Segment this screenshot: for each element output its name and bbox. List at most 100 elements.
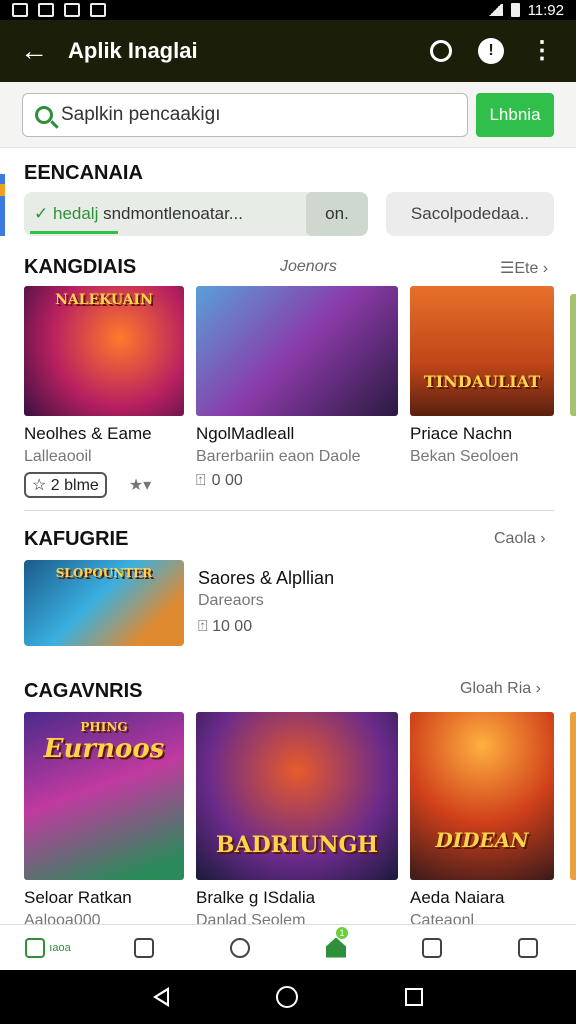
recents-icon[interactable] <box>404 988 423 1006</box>
search-button[interactable]: Lhbnia <box>476 93 554 137</box>
section-link[interactable]: Joenors <box>280 258 337 276</box>
thumbnail-title: DIDEAN <box>435 828 529 852</box>
nav-profile[interactable] <box>480 925 576 970</box>
thumbnail-title: NALEKUAIN <box>55 292 153 308</box>
nav-home[interactable]: ıaoa <box>0 925 96 970</box>
section-more-link[interactable]: Caola › <box>494 530 546 548</box>
game-card[interactable]: BADRIUNGH Bralke g ISdalia Danlad Seolem <box>196 712 398 924</box>
thumbnail-overlay: SLOPOUNTER <box>24 560 184 646</box>
game-subtitle: Bekan Seoloen <box>410 448 519 465</box>
home-outline-icon <box>518 937 538 958</box>
game-card[interactable]: NgolMadleall Barerbariin eaon Daole ⍐ 0 … <box>196 286 398 490</box>
game-thumbnail <box>196 286 398 416</box>
game-card[interactable]: DIDEAN Aeda Naiara Cateaonl <box>410 712 554 924</box>
game-subtitle: Barerbariin eaon Daole <box>196 448 361 465</box>
game-thumbnail: SLOPOUNTER <box>24 560 184 646</box>
divider <box>24 510 554 511</box>
rating-value: 2 blme <box>50 477 99 494</box>
page-title: Aplik Ɩnaglai <box>68 38 198 63</box>
game-meta: ⍐ 10 00 <box>198 618 252 636</box>
notification-icon <box>64 3 80 17</box>
game-subtitle: Cateaonl <box>410 912 475 924</box>
nav-camera[interactable] <box>96 925 192 970</box>
nav-messages[interactable] <box>384 925 480 970</box>
main-content: Saplkin pencaakigı Lhbnia EENCANAIA ✓ he… <box>0 82 576 924</box>
nav-badge: 1 <box>336 927 348 939</box>
search-placeholder: Saplkin pencaakigı <box>61 104 221 125</box>
status-bar: 11:92 <box>0 0 576 20</box>
thumbnail-subtitle: PHING <box>80 720 128 734</box>
section-more-link[interactable]: ☰Ete › <box>500 258 548 278</box>
game-subtitle: Dareaors <box>198 592 264 609</box>
section-title: KANGDIAIS <box>24 256 137 278</box>
next-card-peek <box>570 712 576 880</box>
game-name: Priace Nachn <box>410 424 513 443</box>
game-subtitle: Lalleaooil <box>24 448 92 465</box>
download-icon: ⍐ <box>198 618 208 635</box>
thumbnail-title: Eurnoos <box>43 734 165 764</box>
game-meta: ☆ 2 blme ★▾ <box>24 472 184 498</box>
filter-chip-label: ✓ hedalj sndmontlenoatar... <box>34 204 243 224</box>
game-stat: 0 00 <box>211 472 243 489</box>
game-card[interactable]: NALEKUAIN Neolhes & Eame Lalleaooil ☆ 2 … <box>24 286 184 498</box>
game-name: Neolhes & Eame <box>24 424 152 443</box>
star-dropdown-icon[interactable]: ★▾ <box>129 475 151 495</box>
game-thumbnail: BADRIUNGH <box>196 712 398 880</box>
back-icon[interactable] <box>153 987 170 1007</box>
section-more-label: Ete <box>514 260 539 277</box>
game-stat: 10 00 <box>212 618 253 635</box>
bottom-navigation: ıaoa 1 <box>0 924 576 970</box>
search-icon <box>35 106 53 124</box>
filter-on-toggle[interactable]: on. <box>306 192 368 236</box>
game-name: NgolMadleall <box>196 424 295 443</box>
game-thumbnail: DIDEAN <box>410 712 554 880</box>
game-name: Bralke g ISdalia <box>196 888 316 907</box>
game-thumbnail: PHING Eurnoos <box>24 712 184 880</box>
system-navigation <box>0 970 576 1024</box>
game-card[interactable]: TINDAULIAT Priace Nachn Bekan Seoloen <box>410 286 554 466</box>
alert-icon[interactable]: ! <box>478 38 504 64</box>
phone-icon <box>25 937 46 958</box>
battery-icon <box>510 3 520 17</box>
download-icon: ⍐ <box>196 472 206 489</box>
filter-chip-active[interactable]: ✓ hedalj sndmontlenoatar... on. <box>24 192 368 236</box>
notification-icon <box>90 3 106 17</box>
thumbnail-title: SLOPOUNTER <box>55 566 153 580</box>
filter-chip[interactable]: Sacolpodedaa.. <box>386 192 554 236</box>
clock-icon <box>230 937 250 958</box>
side-indicator-tick <box>0 184 5 196</box>
section-more-label: Gloah Ria <box>460 680 532 697</box>
next-card-peek <box>570 294 576 416</box>
search-input[interactable]: Saplkin pencaakigı <box>22 93 468 137</box>
section-title: KAFUGRIE <box>24 528 129 550</box>
thumbnail-title: TINDAULIAT <box>423 372 541 391</box>
nav-store[interactable]: 1 <box>288 925 384 970</box>
game-thumbnail: NALEKUAIN <box>24 286 184 416</box>
wifi-icon <box>486 4 503 16</box>
section-more-link[interactable]: Gloah Ria › <box>460 680 541 698</box>
section-title: CAGAVNRIS <box>24 680 143 702</box>
refresh-icon[interactable] <box>430 40 452 62</box>
thumbnail-title: BADRIUNGH <box>215 832 379 858</box>
section-title: EENCANAIA <box>24 162 143 184</box>
filter-check-icon: ✓ <box>34 204 49 223</box>
more-options-icon[interactable]: ⋮ <box>530 39 554 63</box>
game-card[interactable]: PHING Eurnoos Seloar Ratkan Aalooa000 <box>24 712 184 924</box>
section-more-label: Caola <box>494 530 536 547</box>
rating-pill[interactable]: ☆ 2 blme <box>24 472 107 498</box>
list-item[interactable]: SLOPOUNTER Saores & Alpllian Dareaors ⍐ … <box>24 560 554 650</box>
nav-history[interactable] <box>192 925 288 970</box>
back-arrow-icon[interactable]: ← <box>0 35 68 67</box>
house-icon <box>326 937 346 958</box>
message-icon <box>422 937 442 958</box>
app-bar: ← Aplik Ɩnaglai ! ⋮ <box>0 20 576 82</box>
list-icon: ☰ <box>500 260 515 277</box>
game-name: Saores & Alpllian <box>198 568 335 588</box>
game-meta: ⍐ 0 00 <box>196 472 398 490</box>
home-icon[interactable] <box>275 986 298 1008</box>
filter-underline <box>30 231 118 234</box>
game-name: Seloar Ratkan <box>24 888 132 907</box>
rating-icon: ☆ <box>32 477 47 494</box>
camera-icon <box>134 937 154 958</box>
game-subtitle: Danlad Seolem <box>196 912 306 924</box>
